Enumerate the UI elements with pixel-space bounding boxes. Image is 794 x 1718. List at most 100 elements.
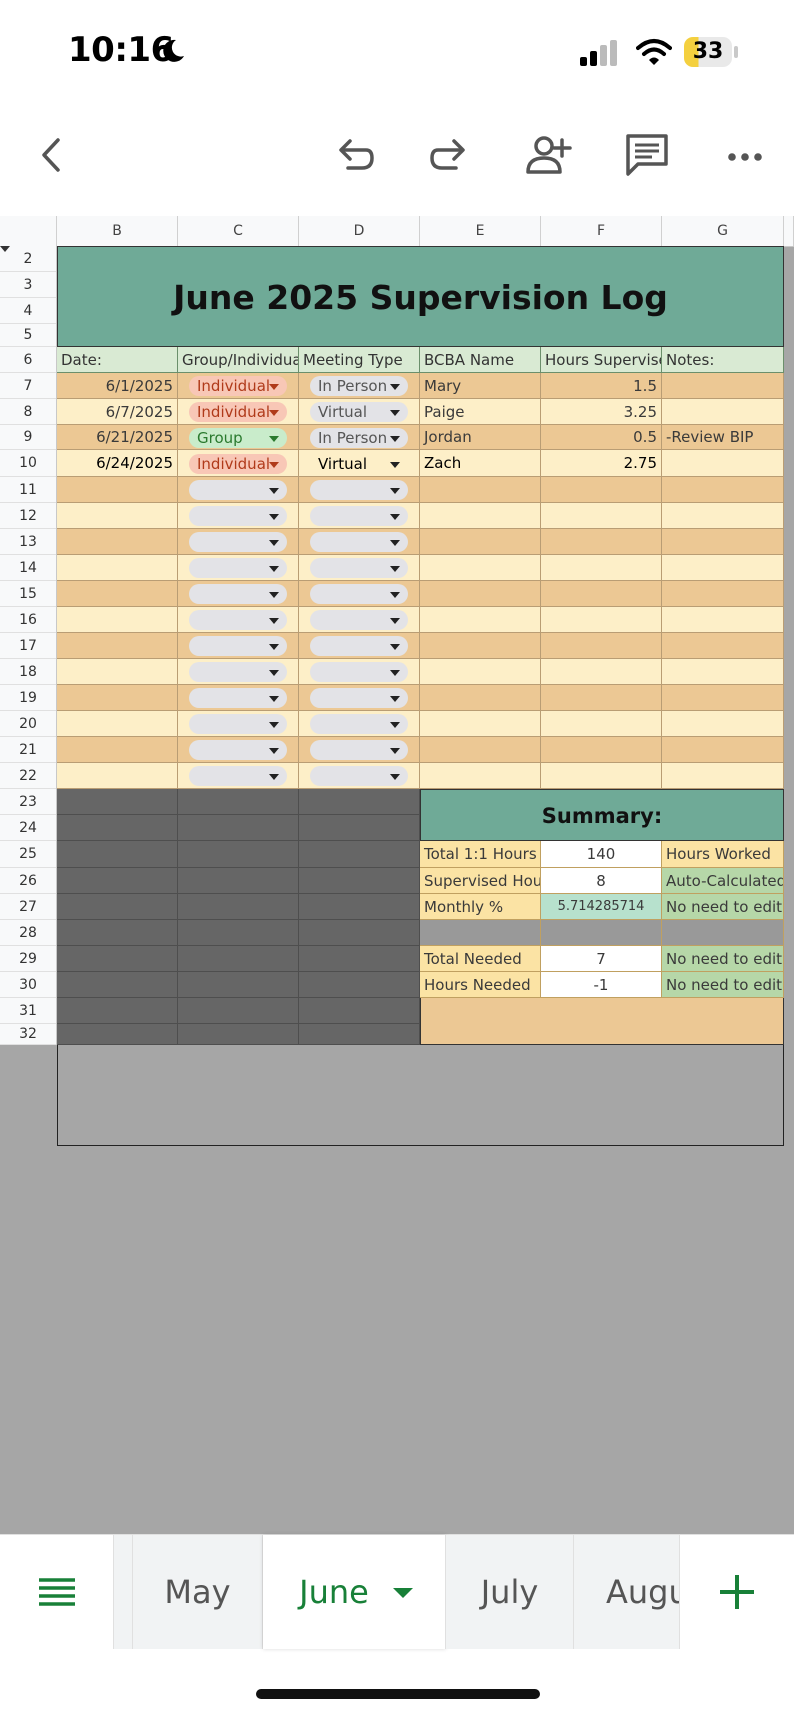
empty-cell[interactable] — [178, 920, 299, 946]
date-cell[interactable] — [57, 685, 178, 711]
empty-cell[interactable] — [57, 868, 178, 894]
meeting-type-dropdown[interactable] — [310, 636, 408, 656]
header-cell[interactable]: BCBA Name — [420, 347, 541, 373]
meeting-type-dropdown[interactable]: In Person — [310, 376, 408, 396]
row-header-11[interactable]: 11 — [0, 477, 56, 503]
summary-value[interactable] — [541, 920, 662, 946]
group-cell[interactable]: Individual — [178, 450, 299, 477]
hours-cell[interactable] — [541, 477, 662, 503]
comment-icon[interactable] — [622, 130, 672, 180]
notes-cell[interactable] — [662, 633, 784, 659]
notes-cell[interactable] — [662, 373, 784, 399]
meeting-type-dropdown[interactable]: Virtual — [310, 454, 408, 474]
date-cell[interactable] — [57, 763, 178, 789]
meeting-type-dropdown[interactable] — [310, 610, 408, 630]
meeting-type-cell[interactable] — [299, 633, 420, 659]
empty-cell[interactable] — [178, 998, 299, 1024]
summary-value[interactable]: 7 — [541, 946, 662, 972]
group-dropdown[interactable] — [189, 740, 287, 760]
meeting-type-dropdown[interactable]: Virtual — [310, 402, 408, 422]
meeting-type-dropdown[interactable] — [310, 558, 408, 578]
summary-note[interactable]: No need to edit — [662, 972, 784, 998]
summary-value[interactable]: 5.714285714 — [541, 894, 662, 920]
date-cell[interactable] — [57, 581, 178, 607]
hours-cell[interactable] — [541, 763, 662, 789]
summary-note[interactable] — [662, 920, 784, 946]
meeting-type-cell[interactable]: In Person — [299, 425, 420, 450]
hours-cell[interactable] — [541, 659, 662, 685]
summary-note[interactable]: Auto-Calculated — [662, 868, 784, 894]
notes-cell[interactable] — [662, 503, 784, 529]
notes-cell[interactable] — [662, 555, 784, 581]
back-icon[interactable] — [28, 130, 78, 180]
group-cell[interactable]: Group — [178, 425, 299, 450]
meeting-type-dropdown[interactable] — [310, 532, 408, 552]
notes-cell[interactable] — [662, 607, 784, 633]
empty-cell[interactable] — [178, 894, 299, 920]
notes-cell[interactable] — [662, 711, 784, 737]
tab-august[interactable]: Augu — [574, 1535, 680, 1649]
meeting-type-cell[interactable] — [299, 763, 420, 789]
meeting-type-cell[interactable]: Virtual — [299, 450, 420, 477]
group-cell[interactable] — [178, 529, 299, 555]
summary-value[interactable]: -1 — [541, 972, 662, 998]
meeting-type-cell[interactable] — [299, 477, 420, 503]
hours-cell[interactable]: 1.5 — [541, 373, 662, 399]
row-header-8[interactable]: 8 — [0, 399, 56, 425]
meeting-type-cell[interactable] — [299, 685, 420, 711]
row-header-13[interactable]: 13 — [0, 529, 56, 555]
date-cell[interactable] — [57, 477, 178, 503]
meeting-type-dropdown[interactable] — [310, 688, 408, 708]
hours-cell[interactable] — [541, 529, 662, 555]
date-cell[interactable]: 6/7/2025 — [57, 399, 178, 425]
empty-cell[interactable] — [57, 789, 178, 815]
summary-footer[interactable] — [420, 998, 784, 1045]
row-header-26[interactable]: 26 — [0, 868, 56, 894]
meeting-type-cell[interactable]: Virtual — [299, 399, 420, 425]
meeting-type-cell[interactable] — [299, 711, 420, 737]
hours-cell[interactable] — [541, 633, 662, 659]
meeting-type-cell[interactable] — [299, 607, 420, 633]
row-header-4[interactable]: 4 — [0, 298, 56, 324]
empty-cell[interactable] — [178, 868, 299, 894]
empty-cell[interactable] — [57, 998, 178, 1024]
bcba-name-cell[interactable]: Mary — [420, 373, 541, 399]
more-icon[interactable] — [720, 130, 770, 180]
meeting-type-cell[interactable] — [299, 555, 420, 581]
bcba-name-cell[interactable] — [420, 581, 541, 607]
all-sheets-button[interactable] — [0, 1535, 114, 1649]
empty-cell[interactable] — [57, 894, 178, 920]
row-header-15[interactable]: 15 — [0, 581, 56, 607]
date-cell[interactable]: 6/21/2025 — [57, 425, 178, 450]
row-header-7[interactable]: 7 — [0, 373, 56, 399]
header-cell[interactable]: Hours Supervise — [541, 347, 662, 373]
tab-may[interactable]: May — [133, 1535, 263, 1649]
meeting-type-cell[interactable]: In Person — [299, 373, 420, 399]
meeting-type-cell[interactable] — [299, 737, 420, 763]
summary-note[interactable]: No need to edit — [662, 946, 784, 972]
bcba-name-cell[interactable]: Jordan — [420, 425, 541, 450]
group-dropdown[interactable]: Individual — [189, 453, 287, 474]
header-cell[interactable]: Group/Individua — [178, 347, 299, 373]
summary-note[interactable]: Hours Worked — [662, 841, 784, 868]
summary-value[interactable]: 140 — [541, 841, 662, 868]
column-header-e[interactable]: E — [420, 216, 541, 246]
group-cell[interactable] — [178, 477, 299, 503]
row-header-27[interactable]: 27 — [0, 894, 56, 920]
meeting-type-dropdown[interactable]: In Person — [310, 427, 408, 448]
bcba-name-cell[interactable] — [420, 477, 541, 503]
row-header-22[interactable]: 22 — [0, 763, 56, 789]
date-cell[interactable] — [57, 503, 178, 529]
row-header-3[interactable]: 3 — [0, 272, 56, 298]
meeting-type-dropdown[interactable] — [310, 714, 408, 734]
meeting-type-cell[interactable] — [299, 581, 420, 607]
notes-cell[interactable] — [662, 529, 784, 555]
empty-cell[interactable] — [57, 815, 178, 841]
group-dropdown[interactable] — [189, 480, 287, 500]
date-cell[interactable]: 6/1/2025 — [57, 373, 178, 399]
add-person-icon[interactable] — [524, 130, 574, 180]
row-header-24[interactable]: 24 — [0, 815, 56, 841]
date-cell[interactable] — [57, 737, 178, 763]
row-header-23[interactable]: 23 — [0, 789, 56, 815]
group-dropdown[interactable]: Group — [189, 427, 287, 448]
